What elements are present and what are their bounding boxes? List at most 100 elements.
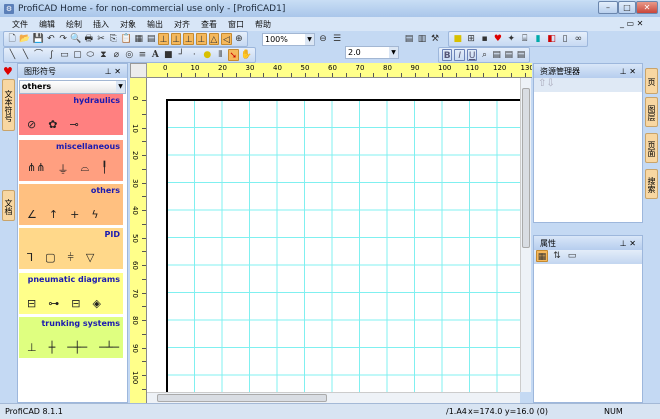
plugin-icon[interactable]: ✦ [506, 33, 517, 45]
vertical-scrollbar[interactable] [520, 78, 531, 392]
symbol[interactable]: ↑ [49, 208, 58, 221]
symbol[interactable]: ϟ [91, 208, 98, 221]
rectangle-icon[interactable]: ▭ [59, 49, 70, 61]
print-icon[interactable]: 🖶 [84, 33, 94, 45]
text-align-left-icon[interactable]: ▤ [492, 49, 502, 61]
menu-object[interactable]: 对象 [120, 19, 136, 30]
symbol-group-pneumatic-diagrams[interactable]: pneumatic diagrams ⊟ ⊶ ⊟ ◈ [19, 273, 123, 314]
open-icon[interactable]: 📂 [19, 33, 30, 45]
category-select[interactable]: others ▼ [19, 80, 126, 94]
symbol[interactable]: ◈ [92, 297, 100, 310]
symbol[interactable]: ⫩ [68, 251, 74, 265]
wire-icon[interactable]: ┘ [176, 49, 187, 61]
bus-icon[interactable]: ⦀ [215, 49, 226, 61]
document-icon[interactable]: ▯ [559, 33, 570, 45]
pin-close-icons[interactable]: ⊥ ✕ [620, 239, 636, 248]
rows-icon[interactable]: ▤ [403, 33, 415, 45]
menu-file[interactable]: 文件 [12, 19, 28, 30]
zoom-text-icon[interactable]: ⌕ [479, 49, 489, 61]
ungroup-icon[interactable]: ▤ [146, 33, 156, 45]
pin-close-icons[interactable]: ⊥ ✕ [105, 67, 121, 76]
symbol[interactable]: + [70, 208, 79, 221]
horizontal-scrollbar[interactable] [147, 392, 520, 403]
folder-icon[interactable]: ■ [452, 33, 463, 45]
symbol[interactable]: ─┼─ [67, 341, 87, 354]
menu-align[interactable]: 对齐 [174, 19, 190, 30]
symbol-group-hydraulics[interactable]: hydraulics ⊘ ✿ ⊸ [19, 94, 123, 135]
polyline-icon[interactable]: ╲ [20, 49, 31, 61]
menu-edit[interactable]: 编辑 [39, 19, 55, 30]
zoom-in-icon[interactable]: ⊕ [234, 33, 244, 45]
symbol[interactable]: ┼ [49, 341, 56, 354]
paste-icon[interactable]: 📋 [120, 33, 131, 45]
bom-icon[interactable]: ⌸ [519, 33, 530, 45]
symbol[interactable]: ⊘ [27, 118, 36, 131]
line-icon[interactable]: ╲ [7, 49, 18, 61]
symbol[interactable]: ⊶ [48, 297, 59, 310]
symbol[interactable]: ▢ [45, 251, 55, 265]
arc-icon[interactable]: ⌒ [33, 49, 44, 61]
save-icon[interactable]: 💾 [33, 33, 44, 45]
fill-icon[interactable]: ■ [163, 49, 174, 61]
cut-icon[interactable]: ✂ [96, 33, 106, 45]
symbol[interactable]: ⊥ [27, 341, 37, 354]
tab-symbols[interactable]: 文本符号 [2, 79, 15, 131]
align-center-icon[interactable]: ⊥ [170, 33, 182, 45]
binoculars-icon[interactable]: ∞ [573, 33, 584, 45]
symbol-group-trunking-systems[interactable]: trunking systems ⊥ ┼ ─┼─ ─┴─ [19, 317, 123, 358]
page-icon[interactable]: ▮ [532, 33, 543, 45]
tools-icon[interactable]: ⚒ [429, 33, 441, 45]
align-right-icon[interactable]: ⊥ [183, 33, 194, 45]
text-align-right-icon[interactable]: ▤ [516, 49, 526, 61]
symbol-group-pid[interactable]: PID ⅂ ▢ ⫩ ▽ [19, 228, 123, 269]
undo-icon[interactable]: ↶ [46, 33, 56, 45]
symbol[interactable]: ⊟ [71, 297, 80, 310]
menu-draw[interactable]: 绘制 [66, 19, 82, 30]
group-icon[interactable]: ▦ [134, 33, 144, 45]
flip-icon[interactable]: △ [208, 33, 220, 45]
categorized-icon[interactable]: ▦ [536, 250, 548, 262]
line-width-combo[interactable]: 2.0 ▼ [345, 46, 399, 59]
symbol[interactable]: ─┴─ [99, 341, 119, 354]
lines-icon[interactable]: ≡ [137, 49, 148, 61]
new-icon[interactable]: 🗋 [7, 33, 17, 45]
symbol[interactable]: ⊸ [69, 118, 78, 131]
symbol[interactable]: ⅂ [27, 251, 33, 265]
symbol-group-others[interactable]: others ∠ ↑ + ϟ [19, 184, 123, 225]
redo-icon[interactable]: ↷ [58, 33, 68, 45]
tab-documents[interactable]: 文档 [2, 190, 15, 221]
bezier-icon[interactable]: ∫ [46, 49, 57, 61]
symbol[interactable]: ▽ [86, 251, 94, 265]
components-icon[interactable]: ▪ [479, 33, 490, 45]
sort-alpha-icon[interactable]: ⇅ [551, 250, 563, 262]
connector-icon[interactable]: ● [202, 49, 213, 61]
italic-button[interactable]: I [454, 49, 465, 61]
close-button[interactable]: ✕ [636, 1, 658, 14]
bold-button[interactable]: B [442, 49, 453, 61]
eraser-icon[interactable]: ⌀ [111, 49, 122, 61]
mdi-controls[interactable]: _ ▭ ✕ [620, 19, 643, 28]
align-top-icon[interactable]: ⊥ [195, 33, 207, 45]
symbol[interactable]: ⏚ [57, 161, 68, 177]
text-icon[interactable]: A [150, 49, 161, 61]
scroll-thumb[interactable] [522, 88, 530, 248]
tree-icon[interactable]: ⊞ [465, 33, 476, 45]
pin-close-icons[interactable]: ⊥ ✕ [620, 67, 636, 76]
tab-page[interactable]: 页 [645, 68, 658, 94]
symbol[interactable]: ⌓ [80, 161, 89, 177]
pointer-icon[interactable]: ➘ [227, 49, 239, 61]
rotate-icon[interactable]: ◁ [221, 33, 232, 45]
menu-window[interactable]: 窗口 [228, 19, 244, 30]
symbol[interactable]: ∠ [27, 208, 37, 221]
shape-icon[interactable]: ◎ [124, 49, 135, 61]
zoom-out-icon[interactable]: ⊖ [317, 33, 329, 45]
menu-help[interactable]: 帮助 [255, 19, 271, 30]
hourglass-icon[interactable]: ⧗ [98, 49, 109, 61]
rounded-rect-icon[interactable]: ▢ [72, 49, 83, 61]
symbol[interactable]: ⊟ [27, 297, 36, 310]
menu-view[interactable]: 查看 [201, 19, 217, 30]
favorites-heart-icon[interactable]: ♥ [3, 65, 13, 78]
underline-button[interactable]: U [466, 49, 478, 61]
layers-icon[interactable]: ◧ [546, 33, 557, 45]
property-pages-icon[interactable]: ▭ [566, 250, 578, 262]
